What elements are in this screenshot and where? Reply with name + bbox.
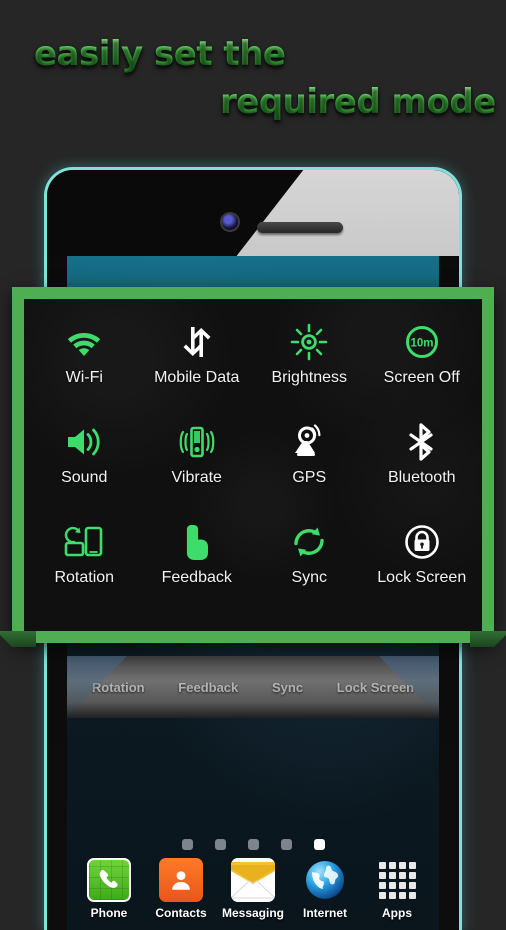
toggle-tile-gps[interactable]: GPS bbox=[253, 417, 366, 517]
toggle-label-wifi: Wi-Fi bbox=[65, 369, 103, 386]
toggle-label-rotation: Rotation bbox=[54, 569, 115, 586]
page-dot-3[interactable] bbox=[247, 839, 259, 850]
dock-label-internet: Internet bbox=[302, 906, 347, 920]
phone-top-bezel bbox=[47, 170, 459, 256]
toggle-panel-wrapper: Wi-Fi Mobile Data Brightness 10m Screen … bbox=[0, 287, 506, 647]
brightness-icon bbox=[290, 317, 328, 367]
toggle-label-mobile-data: Mobile Data bbox=[154, 369, 240, 386]
messaging-icon bbox=[231, 858, 275, 902]
headline-line-2: required mode bbox=[0, 82, 506, 122]
toggle-tile-feedback[interactable]: Feedback bbox=[141, 517, 254, 617]
toggle-tile-sync[interactable]: Sync bbox=[253, 517, 366, 617]
page-indicator[interactable] bbox=[67, 839, 439, 850]
dock-item-contacts[interactable]: Contacts bbox=[148, 858, 214, 920]
lock-screen-icon bbox=[403, 517, 441, 567]
toggle-label-screen-off: Screen Off bbox=[383, 369, 460, 386]
toggle-tile-mobile-data[interactable]: Mobile Data bbox=[141, 317, 254, 417]
toggle-tile-brightness[interactable]: Brightness bbox=[253, 317, 366, 417]
toggle-tile-screen-off[interactable]: 10m Screen Off bbox=[366, 317, 479, 417]
dock-label-contacts: Contacts bbox=[155, 906, 207, 920]
rotation-icon bbox=[63, 517, 105, 567]
ghost-row-shade bbox=[67, 656, 439, 718]
dock-label-apps: Apps bbox=[382, 906, 412, 920]
contacts-icon bbox=[159, 858, 203, 902]
toggle-label-feedback: Feedback bbox=[161, 569, 232, 586]
toggle-tile-wifi[interactable]: Wi-Fi bbox=[28, 317, 141, 417]
toggle-tile-lock-screen[interactable]: Lock Screen bbox=[366, 517, 479, 617]
dock-item-phone[interactable]: Phone bbox=[76, 858, 142, 920]
toggle-label-brightness: Brightness bbox=[271, 369, 348, 386]
toggle-tile-rotation[interactable]: Rotation bbox=[28, 517, 141, 617]
dock-item-internet[interactable]: Internet bbox=[292, 858, 358, 920]
toggle-tile-vibrate[interactable]: Vibrate bbox=[141, 417, 254, 517]
vibrate-icon bbox=[177, 417, 217, 467]
toggle-tile-sound[interactable]: Sound bbox=[28, 417, 141, 517]
toggle-label-bluetooth: Bluetooth bbox=[387, 469, 456, 486]
front-camera-icon bbox=[222, 214, 238, 230]
home-dock: Phone Contacts Messaging Internet Apps bbox=[67, 858, 439, 924]
dock-label-messaging: Messaging bbox=[221, 906, 284, 920]
earpiece-speaker bbox=[257, 222, 343, 233]
headline-line-1: easily set the bbox=[0, 34, 506, 74]
toggle-label-sync: Sync bbox=[291, 569, 328, 586]
sync-icon bbox=[290, 517, 328, 567]
dock-label-phone: Phone bbox=[90, 906, 128, 920]
feedback-icon bbox=[180, 517, 214, 567]
page-dot-4[interactable] bbox=[280, 839, 292, 850]
phone-icon bbox=[87, 858, 131, 902]
toggle-label-gps: GPS bbox=[292, 469, 327, 486]
toggle-panel: Wi-Fi Mobile Data Brightness 10m Screen … bbox=[0, 287, 506, 647]
page-dot-2[interactable] bbox=[214, 839, 226, 850]
apps-grid-icon bbox=[375, 858, 419, 902]
panel-bevel-left bbox=[0, 631, 36, 647]
headline: easily set the required mode bbox=[0, 34, 506, 122]
toggle-grid: Wi-Fi Mobile Data Brightness 10m Screen … bbox=[24, 299, 482, 631]
toggle-label-sound: Sound bbox=[61, 469, 108, 486]
toggle-tile-bluetooth[interactable]: Bluetooth bbox=[366, 417, 479, 517]
panel-bevel-right bbox=[470, 631, 506, 647]
wifi-icon bbox=[64, 317, 104, 367]
screen-off-icon: 10m bbox=[404, 317, 440, 367]
dock-item-messaging[interactable]: Messaging bbox=[220, 858, 286, 920]
gps-icon bbox=[290, 417, 328, 467]
page-dot-5[interactable] bbox=[313, 839, 325, 850]
sound-icon bbox=[64, 417, 104, 467]
internet-icon bbox=[303, 858, 347, 902]
toggle-label-vibrate: Vibrate bbox=[171, 469, 222, 486]
toggle-label-lock-screen: Lock Screen bbox=[377, 569, 467, 586]
bluetooth-icon bbox=[405, 417, 439, 467]
dock-item-apps[interactable]: Apps bbox=[364, 858, 430, 920]
mobile-data-icon bbox=[178, 317, 216, 367]
screen-off-badge: 10m bbox=[410, 338, 433, 350]
page-dot-1[interactable] bbox=[181, 839, 193, 850]
